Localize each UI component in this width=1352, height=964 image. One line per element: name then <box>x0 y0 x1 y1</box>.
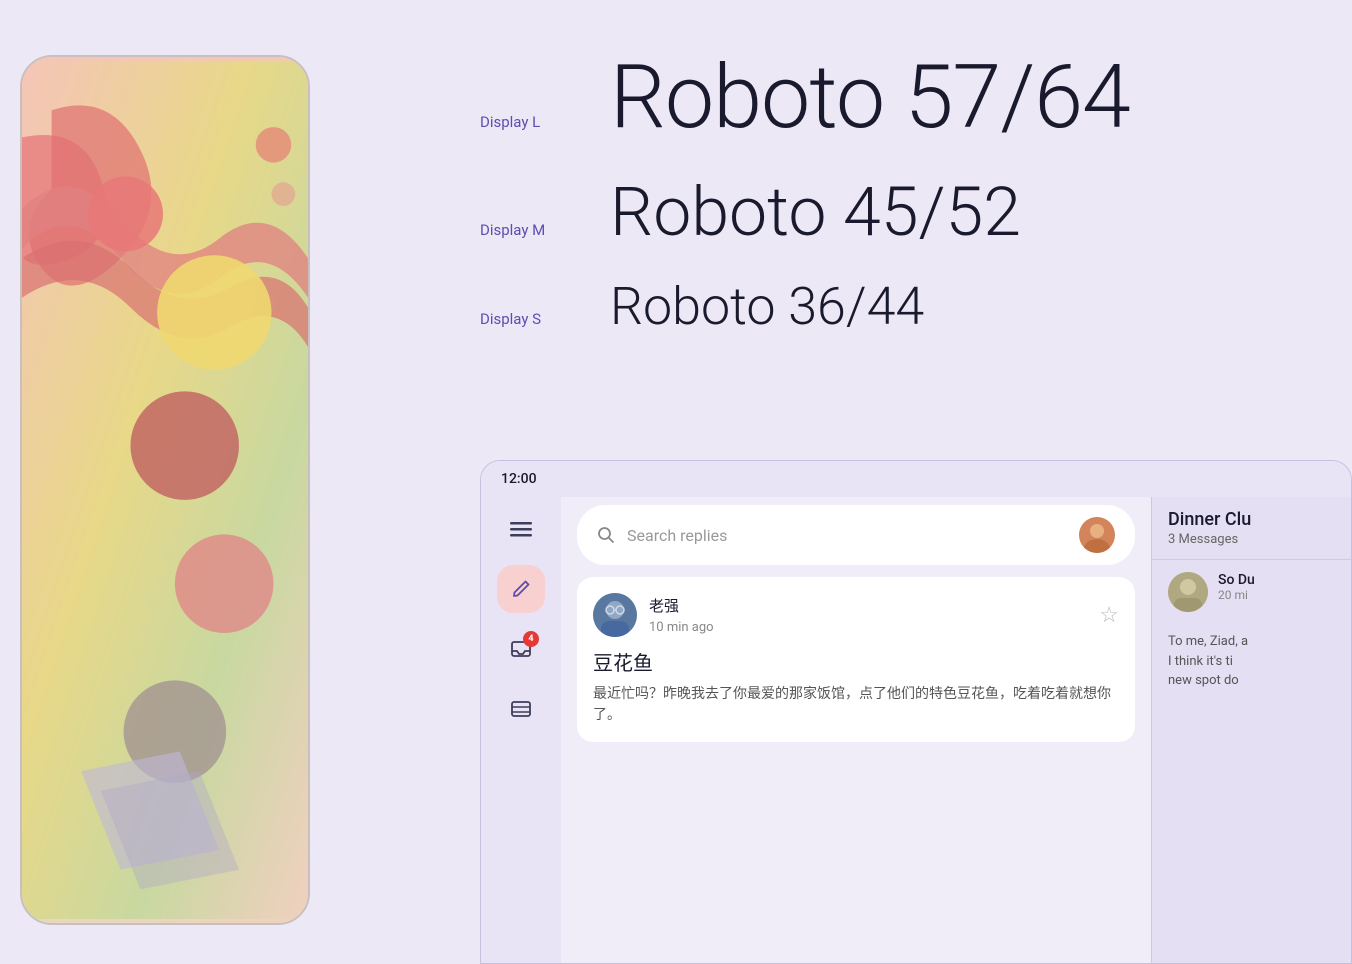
message-time: 10 min ago <box>649 620 714 635</box>
status-time: 12:00 <box>501 471 537 487</box>
phone-mockup <box>0 0 330 964</box>
sidebar-icon-compose[interactable] <box>497 565 545 613</box>
main-content-area: Search replies <box>561 461 1151 963</box>
sender-avatar-svg <box>593 593 637 637</box>
list-icon <box>510 698 532 720</box>
display-m-row: Display M Roboto 45/52 <box>480 175 1352 250</box>
sender-text-info: 老强 10 min ago <box>649 595 714 635</box>
so-du-avatar <box>1168 572 1208 612</box>
display-s-row: Display S Roboto 36/44 <box>480 278 1352 335</box>
so-du-time: 20 mi <box>1218 588 1335 602</box>
menu-icon <box>510 518 532 540</box>
phone-illustration <box>22 57 308 923</box>
display-s-text: Roboto 36/44 <box>610 278 924 335</box>
search-icon <box>597 526 615 544</box>
star-icon[interactable]: ☆ <box>1099 603 1119 628</box>
sidebar-icon-list[interactable] <box>497 685 545 733</box>
status-bar: 12:00 <box>481 461 1351 497</box>
message-preview: 最近忙吗？昨晚我去了你最爱的那家饭馆，点了他们的特色豆花鱼，吃着吃着就想你了。 <box>593 684 1119 726</box>
display-l-text: Roboto 57/64 <box>610 50 1130 147</box>
display-m-label: Display M <box>480 211 610 239</box>
so-du-name: So Du <box>1218 572 1335 588</box>
sender-avatar-image <box>593 593 637 637</box>
compose-icon <box>511 579 531 599</box>
message-card[interactable]: 老强 10 min ago ☆ 豆花鱼 最近忙吗？昨晚我去了你最爱的那家饭馆，点… <box>577 577 1135 742</box>
display-l-label: Display L <box>480 103 610 131</box>
sender-name: 老强 <box>649 595 714 616</box>
dinner-club-section[interactable]: Dinner Clu 3 Messages <box>1152 497 1351 560</box>
avatar-svg <box>1079 517 1115 553</box>
sidebar-icon-inbox[interactable]: 4 <box>497 625 545 673</box>
display-s-label: Display S <box>480 300 610 328</box>
so-du-avatar-svg <box>1168 572 1208 612</box>
dinner-message-count: 3 Messages <box>1168 532 1335 547</box>
display-l-row: Display L Roboto 57/64 <box>480 50 1352 147</box>
so-du-info: So Du 20 mi <box>1218 572 1335 612</box>
phone-ui: 12:00 <box>480 460 1352 964</box>
so-du-message[interactable]: So Du 20 mi <box>1152 560 1351 624</box>
display-m-text: Roboto 45/52 <box>610 175 1021 250</box>
so-du-preview-text: To me, Ziad, a I think it's ti new spot … <box>1152 632 1351 691</box>
search-placeholder-text: Search replies <box>627 526 1067 545</box>
phone-ui-inner: 4 Search replies <box>481 461 1351 963</box>
sender-avatar <box>593 593 637 637</box>
sidebar: 4 <box>481 461 561 963</box>
avatar-image <box>1079 517 1115 553</box>
inbox-badge: 4 <box>523 631 539 647</box>
message-title: 豆花鱼 <box>593 647 1119 676</box>
sidebar-icon-menu[interactable] <box>497 505 545 553</box>
user-avatar[interactable] <box>1079 517 1115 553</box>
dinner-club-title: Dinner Clu <box>1168 509 1335 530</box>
typography-area: Display L Roboto 57/64 Display M Roboto … <box>480 20 1352 450</box>
message-header: 老强 10 min ago ☆ <box>593 593 1119 637</box>
sender-info: 老强 10 min ago <box>593 593 714 637</box>
right-panel: Dinner Clu 3 Messages So Du 20 mi To m <box>1151 461 1351 963</box>
phone-frame <box>20 55 310 925</box>
search-bar[interactable]: Search replies <box>577 505 1135 565</box>
